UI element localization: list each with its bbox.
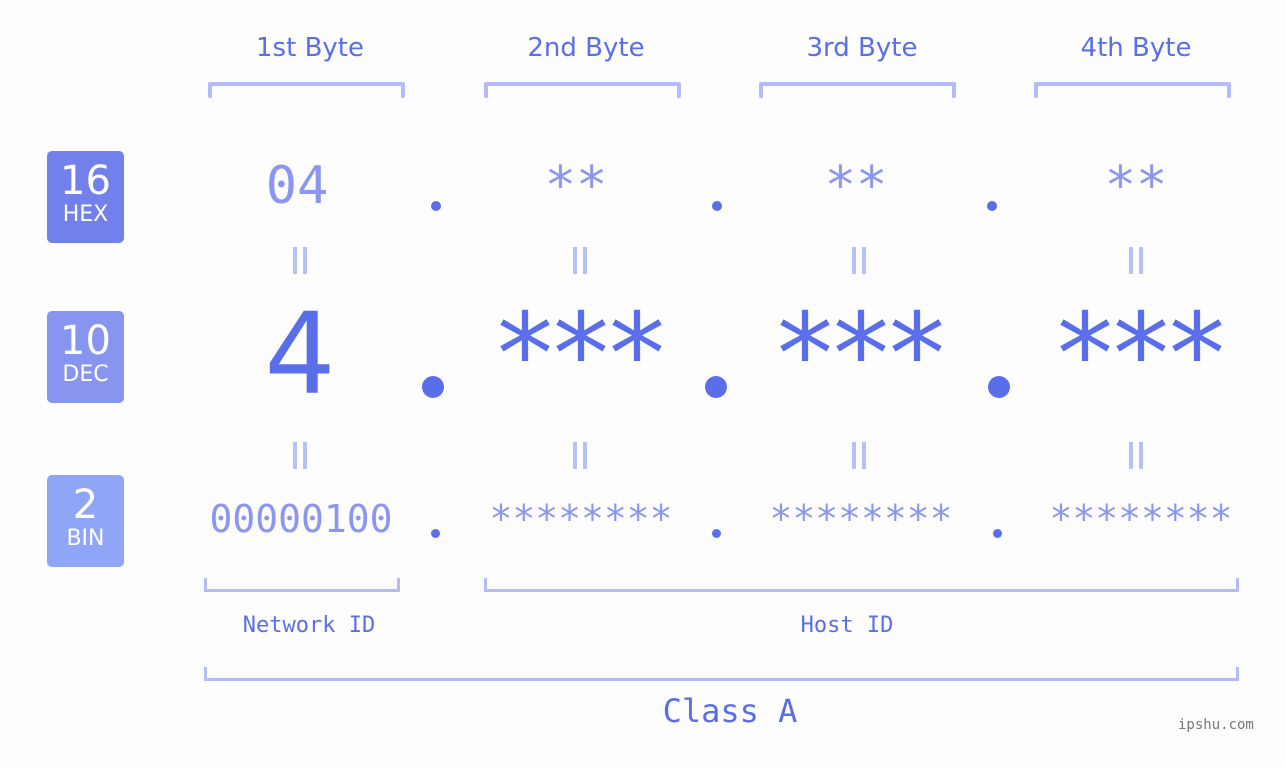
bin-separator-dot [993,529,1002,538]
bin-base-label: BIN [66,526,105,551]
hex-byte-2: ** [544,156,608,216]
dec-separator-dot [422,376,444,398]
equals-icon [852,442,866,469]
equals-icon [1129,442,1143,469]
watermark: ipshu.com [1178,717,1254,733]
bin-separator-dot [431,529,440,538]
dec-byte-3: *** [777,290,945,420]
equals-icon [852,247,866,274]
hex-separator-dot [431,201,441,211]
dec-byte-1: 4 [264,290,336,420]
hex-byte-4: ** [1104,156,1168,216]
dec-byte-2: *** [497,290,665,420]
bin-byte-1: 00000100 [209,497,393,541]
byte-header-4: 4th Byte [1080,33,1192,63]
hex-base-number: 16 [60,158,111,204]
equals-icon [1129,247,1143,274]
hex-separator-dot [987,201,997,211]
dec-separator-dot [988,376,1010,398]
byte-bracket-3 [759,82,956,98]
dec-byte-4: *** [1057,290,1225,420]
bin-byte-3: ******** [769,497,953,541]
byte-header-1: 1st Byte [256,33,364,63]
hex-base-label: HEX [62,202,109,227]
hex-badge: 16 HEX [47,151,124,243]
dec-separator-dot [705,376,727,398]
class-bracket [204,667,1239,681]
bin-byte-4: ******** [1049,497,1233,541]
bin-byte-2: ******** [489,497,673,541]
byte-bracket-4 [1034,82,1231,98]
dec-base-number: 10 [60,318,111,364]
host-id-label: Host ID [800,613,894,638]
bin-separator-dot [712,529,721,538]
equals-icon [573,442,587,469]
byte-bracket-1 [208,82,405,98]
equals-icon [293,442,307,469]
bin-base-number: 2 [72,482,99,528]
dec-base-label: DEC [62,362,109,387]
byte-bracket-2 [484,82,681,98]
hex-byte-1: 04 [265,156,329,216]
bin-badge: 2 BIN [47,475,124,567]
dec-badge: 10 DEC [47,311,124,403]
byte-header-2: 2nd Byte [527,33,645,63]
network-id-bracket [204,578,400,592]
byte-header-3: 3rd Byte [806,33,918,63]
equals-icon [573,247,587,274]
hex-separator-dot [712,201,722,211]
hex-byte-3: ** [824,156,888,216]
host-id-bracket [484,578,1239,592]
equals-icon [293,247,307,274]
class-label: Class A [662,692,798,730]
network-id-label: Network ID [242,613,376,638]
